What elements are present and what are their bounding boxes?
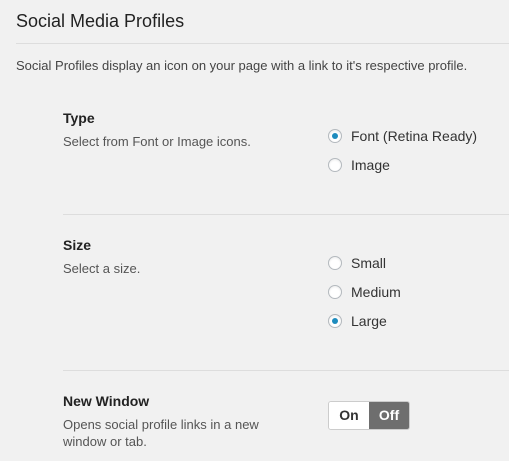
size-option-row: Size Select a size. Small Medium Large: [63, 236, 509, 346]
type-radio-image[interactable]: Image: [328, 156, 390, 174]
size-radio-small[interactable]: Small: [328, 254, 386, 272]
type-radio-font-label: Font (Retina Ready): [351, 128, 478, 144]
row-divider: [63, 370, 509, 371]
radio-unchecked-icon[interactable]: [328, 285, 342, 299]
new-window-label: New Window: [63, 393, 150, 409]
type-label: Type: [63, 110, 95, 126]
type-help-text: Select from Font or Image icons.: [63, 134, 251, 149]
size-label: Size: [63, 237, 92, 253]
section-description: Social Profiles display an icon on your …: [16, 58, 468, 73]
title-divider: [16, 43, 509, 44]
new-window-toggle[interactable]: On Off: [328, 401, 410, 430]
toggle-off-button[interactable]: Off: [369, 402, 409, 429]
type-option-row: Type Select from Font or Image icons. Fo…: [63, 109, 509, 199]
size-radio-medium-label: Medium: [351, 284, 401, 300]
new-window-help-text: Opens social profile links in a new wind…: [63, 417, 259, 449]
row-divider: [63, 214, 509, 215]
type-radio-font[interactable]: Font (Retina Ready): [328, 127, 477, 145]
radio-unchecked-icon[interactable]: [328, 158, 342, 172]
section-title: Social Media Profiles: [16, 11, 185, 31]
size-radio-small-label: Small: [351, 255, 387, 271]
radio-checked-icon[interactable]: [328, 129, 342, 143]
size-radio-large-label: Large: [351, 313, 387, 329]
size-radio-medium[interactable]: Medium: [328, 283, 401, 301]
radio-checked-icon[interactable]: [328, 314, 342, 328]
new-window-option-row: New Window Opens social profile links in…: [63, 392, 509, 458]
size-radio-large[interactable]: Large: [328, 312, 387, 330]
size-help-text: Select a size.: [63, 261, 141, 276]
toggle-on-button[interactable]: On: [329, 402, 369, 429]
radio-unchecked-icon[interactable]: [328, 256, 342, 270]
type-radio-image-label: Image: [351, 157, 390, 173]
